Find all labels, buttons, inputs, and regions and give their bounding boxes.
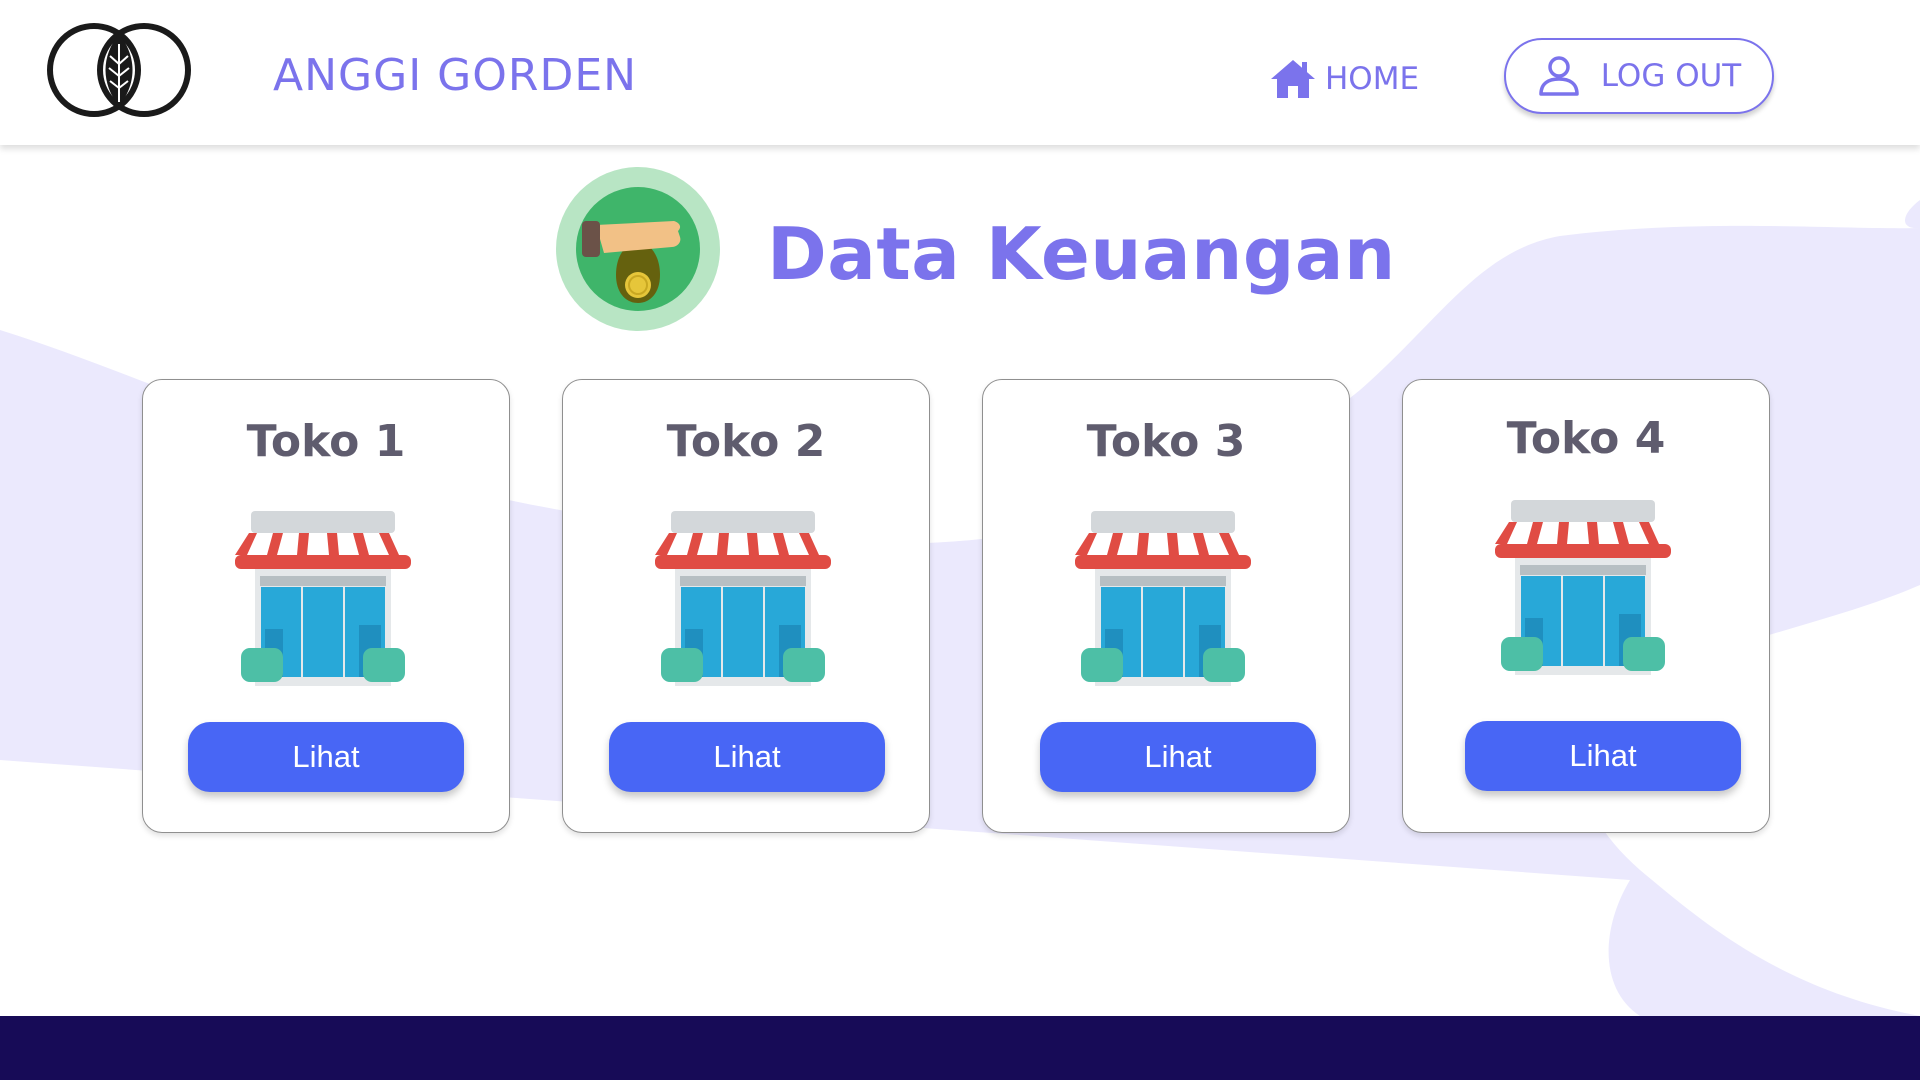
store-card-title: Toko 1 [246,416,406,467]
store-card-title: Toko 4 [1506,413,1666,464]
lihat-button-1[interactable]: Lihat [188,722,464,792]
store-card-title: Toko 2 [666,416,826,467]
page-title: Data Keuangan [767,212,1396,296]
lihat-button-4[interactable]: Lihat [1465,721,1741,791]
logout-label: LOG OUT [1600,58,1742,94]
store-card-1: Toko 1 Lihat [142,379,510,833]
nav-home-link[interactable]: HOME [1270,58,1419,100]
store-card-title: Toko 3 [1086,416,1246,467]
store-card-2: Toko 2 Lihat [562,379,930,833]
store-icon [655,511,831,686]
store-card-4: Toko 4 Lihat [1402,379,1770,833]
lihat-button-2[interactable]: Lihat [609,722,885,792]
user-icon [1539,56,1579,96]
store-card-3: Toko 3 Lihat [982,379,1350,833]
lihat-button-3[interactable]: Lihat [1040,722,1316,792]
store-icon [235,511,411,686]
brand-logo [47,23,191,117]
store-icon [1495,500,1671,675]
footer-bar [0,1016,1920,1080]
money-bag-hand-icon [556,167,720,331]
store-icon [1075,511,1251,686]
nav-home-label: HOME [1325,61,1420,97]
brand-name: ANGGI GORDEN [273,50,638,101]
logout-button[interactable]: LOG OUT [1504,38,1774,114]
top-navbar: ANGGI GORDEN HOME LOG OUT [0,0,1920,145]
home-icon [1271,60,1315,98]
